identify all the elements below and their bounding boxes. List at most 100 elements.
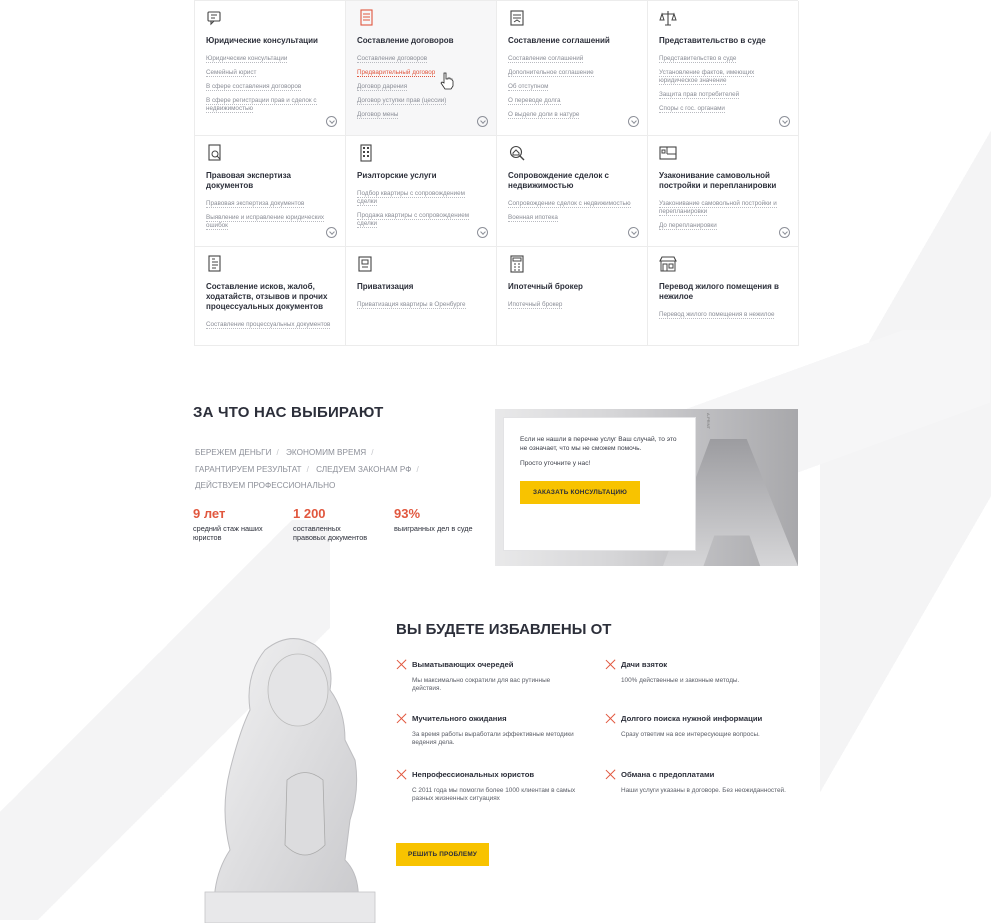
relief-item-text: За время работы выработали эффективные м… <box>412 731 574 747</box>
service-card[interactable]: Юридические консультации Юридические конс… <box>195 1 346 136</box>
expand-chevron-icon[interactable] <box>628 116 639 127</box>
service-link[interactable]: Выявление и исправление юридических ошиб… <box>206 214 325 230</box>
relief-item: Дачи взяток 100% действенные и законные … <box>605 659 790 685</box>
service-links: Составление процессуальных документов <box>206 321 335 329</box>
service-title[interactable]: Представительство в суде <box>659 36 788 46</box>
service-link[interactable]: Перевод жилого помещения в нежилое <box>659 311 775 319</box>
cross-icon <box>605 769 616 780</box>
service-link[interactable]: Семейный юрист <box>206 69 257 77</box>
service-card[interactable]: Узаконивание самовольной постройки и пер… <box>648 136 799 247</box>
service-link[interactable]: Предварительный договор <box>357 69 436 77</box>
why-us-tags: БЕРЕЖЕМ ДЕНЬГИ / ЭКОНОМИМ ВРЕМЯ / ГАРАНТИР… <box>195 448 419 490</box>
service-card[interactable]: Составление соглашений Составление соглаш… <box>497 1 648 136</box>
service-link[interactable]: Продажа квартиры с сопровождением сделки <box>357 212 470 228</box>
service-link-item: Юридические консультации <box>206 55 335 63</box>
service-title[interactable]: Составление соглашений <box>508 36 637 46</box>
service-links: Представительство в суде Установление фак… <box>659 55 788 113</box>
service-link[interactable]: Договор уступки прав (цессии) <box>357 97 447 105</box>
service-card[interactable]: Составление исков, жалоб, ходатайств, от… <box>195 247 346 346</box>
lion-statue-image <box>204 638 376 923</box>
service-link[interactable]: Споры с гос. органами <box>659 105 725 113</box>
services-grid: Юридические консультации Юридические конс… <box>194 0 799 346</box>
service-link-item: Продажа квартиры с сопровождением сделки <box>357 212 486 228</box>
promo-vertical-label: A-PRINT <box>706 413 711 429</box>
service-link[interactable]: Представительство в суде <box>659 55 737 63</box>
service-title[interactable]: Составление договоров <box>357 36 486 46</box>
house-search-icon <box>509 145 525 161</box>
service-link[interactable]: Военная ипотека <box>508 214 558 222</box>
service-link-item: До перепланировки <box>659 222 788 230</box>
expand-chevron-icon[interactable] <box>628 227 639 238</box>
service-title[interactable]: Юридические консультации <box>206 36 335 46</box>
service-link[interactable]: Ипотечный брокер <box>508 301 563 309</box>
relief-item: Выматывающих очередей Мы максимально сок… <box>396 659 581 693</box>
service-card[interactable]: Перевод жилого помещения в нежилое Перево… <box>648 247 799 346</box>
tag: ДЕЙСТВУЕМ ПРОФЕССИОНАЛЬНО <box>195 481 336 490</box>
service-link[interactable]: О переводе долга <box>508 97 561 105</box>
service-title[interactable]: Перевод жилого помещения в нежилое <box>659 282 788 302</box>
contract-icon <box>360 9 373 26</box>
order-consultation-button[interactable]: ЗАКАЗАТЬ КОНСУЛЬТАЦИЮ <box>520 481 641 505</box>
cross-icon <box>605 659 616 670</box>
background-chevron-right <box>820 0 991 923</box>
service-link-item: Предварительный договор <box>357 69 486 77</box>
relief-item-heading: Обмана с предоплатами <box>621 770 715 779</box>
expand-chevron-icon[interactable] <box>779 116 790 127</box>
expand-chevron-icon[interactable] <box>326 227 337 238</box>
tag: ГАРАНТИРУЕМ РЕЗУЛЬТАТ <box>195 464 302 474</box>
service-title[interactable]: Узаконивание самовольной постройки и пер… <box>659 171 788 191</box>
service-link[interactable]: Юридические консультации <box>206 55 288 63</box>
service-link-item: Подбор квартиры с сопровождением сделки <box>357 190 486 206</box>
expand-chevron-icon[interactable] <box>477 227 488 238</box>
service-title[interactable]: Составление исков, жалоб, ходатайств, от… <box>206 282 335 312</box>
hand-cursor-icon <box>440 72 454 90</box>
service-link[interactable]: Приватизация квартиры в Оренбурге <box>357 301 466 309</box>
stat-caption: составленных правовых документов <box>293 524 368 542</box>
expand-chevron-icon[interactable] <box>326 116 337 127</box>
expand-chevron-icon[interactable] <box>779 227 790 238</box>
service-link-item: Правовая экспертиза документов <box>206 200 335 208</box>
service-link[interactable]: До перепланировки <box>659 222 717 230</box>
service-link[interactable]: Составление процессуальных документов <box>206 321 331 329</box>
service-title[interactable]: Правовая экспертиза документов <box>206 171 335 191</box>
service-card[interactable]: Правовая экспертиза документов Правовая э… <box>195 136 346 247</box>
solve-problem-button[interactable]: РЕШИТЬ ПРОБЛЕМУ <box>396 843 490 866</box>
service-link[interactable]: Правовая экспертиза документов <box>206 200 305 208</box>
service-link-item: О выделе доли в натуре <box>508 111 637 119</box>
service-title[interactable]: Сопровождение сделок с недвижимостью <box>508 171 637 191</box>
service-link[interactable]: Составление соглашений <box>508 55 584 63</box>
service-link[interactable]: Об отступном <box>508 83 549 91</box>
service-title[interactable]: Ипотечный брокер <box>508 282 637 292</box>
service-card[interactable]: Представительство в суде Представительств… <box>648 1 799 136</box>
expand-chevron-icon[interactable] <box>477 116 488 127</box>
stat-experience: 9 лет средний стаж нашиx юристов <box>193 506 273 542</box>
relief-item-text: 100% действенные и законные методы. <box>621 677 740 684</box>
service-card[interactable]: Сопровождение сделок с недвижимостью Сопр… <box>497 136 648 247</box>
service-link[interactable]: Дополнительное соглашение <box>508 69 594 77</box>
relief-item-heading: Долгого поиска нужной информации <box>621 714 763 723</box>
service-link[interactable]: В сфере составления договоров <box>206 83 302 91</box>
service-link[interactable]: В сфере регистрации прав и сделок с недв… <box>206 97 317 113</box>
service-links: Составление договоров Предварительный дог… <box>357 55 486 119</box>
service-link[interactable]: Установление фактов, имеющих юридическое… <box>659 69 755 85</box>
service-card[interactable]: Риэлторские услуги Подбор квартиры с сопр… <box>346 136 497 247</box>
service-link[interactable]: Составление договоров <box>357 55 428 63</box>
stat-number: 1 200 <box>293 506 326 521</box>
tag: СЛЕДУЕМ ЗАКОНАМ РФ <box>316 464 412 474</box>
relief-title: ВЫ БУДЕТЕ ИЗБАВЛЕНЫ ОТ <box>396 621 612 638</box>
service-card[interactable]: Составление договоров Составление договор… <box>346 1 497 136</box>
service-link-item: Военная ипотека <box>508 214 637 222</box>
service-link-item: Узаконивание самовольной постройки и пер… <box>659 200 788 216</box>
service-link[interactable]: Защита прав потребителей <box>659 91 740 99</box>
service-link[interactable]: О выделе доли в натуре <box>508 111 580 119</box>
service-card[interactable]: Приватизация Приватизация квартиры в Орен… <box>346 247 497 346</box>
service-title[interactable]: Приватизация <box>357 282 486 292</box>
service-card[interactable]: Ипотечный брокер Ипотечный брокер <box>497 247 648 346</box>
service-link[interactable]: Узаконивание самовольной постройки и пер… <box>659 200 777 216</box>
service-link[interactable]: Подбор квартиры с сопровождением сделки <box>357 190 465 206</box>
service-link[interactable]: Договор дарения <box>357 83 408 91</box>
service-link[interactable]: Сопровождение сделок с недвижимостью <box>508 200 631 208</box>
service-link[interactable]: Договор мены <box>357 111 399 119</box>
service-title[interactable]: Риэлторские услуги <box>357 171 486 181</box>
relief-item: Обмана с предоплатами Наши услуги указан… <box>605 769 790 795</box>
